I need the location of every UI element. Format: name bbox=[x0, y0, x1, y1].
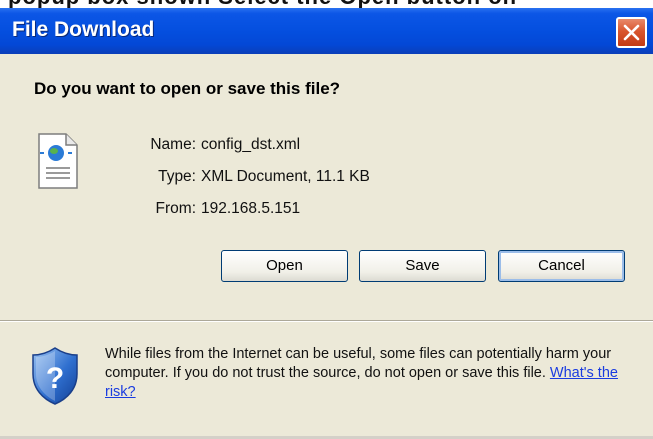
file-name-label: Name: bbox=[150, 136, 196, 153]
file-name-value: config_dst.xml bbox=[201, 136, 301, 153]
file-type-row: Type: XML Document, 11.1 KB bbox=[143, 161, 370, 193]
title-bar[interactable]: File Download bbox=[0, 8, 653, 54]
xml-document-icon bbox=[38, 133, 78, 189]
close-button[interactable] bbox=[616, 17, 647, 48]
file-name-row: Name: config_dst.xml bbox=[143, 129, 370, 161]
dialog-question: Do you want to open or save this file? bbox=[34, 79, 341, 98]
file-from-row: From: 192.168.5.151 bbox=[143, 193, 370, 225]
background-page-strip: popup box shown Select the Open button o… bbox=[0, 0, 653, 8]
svg-text:?: ? bbox=[46, 362, 64, 395]
file-info: Name: config_dst.xml Type: XML Document, 1… bbox=[143, 129, 370, 225]
background-page-text: popup box shown Select the Open button o… bbox=[8, 0, 517, 8]
warning-text: While files from the Internet can be use… bbox=[105, 346, 612, 381]
close-icon bbox=[623, 24, 640, 41]
file-from-label: From: bbox=[155, 200, 196, 217]
save-button[interactable]: Save bbox=[359, 250, 486, 282]
file-from-value: 192.168.5.151 bbox=[201, 200, 301, 217]
divider-highlight bbox=[0, 321, 653, 322]
file-type-label: Type: bbox=[158, 168, 196, 185]
window-title: File Download bbox=[12, 18, 155, 41]
cancel-button[interactable]: Cancel bbox=[498, 250, 625, 282]
open-button[interactable]: Open bbox=[221, 250, 348, 282]
file-type-value: XML Document, 11.1 KB bbox=[201, 168, 370, 185]
file-download-dialog: File Download Do you want to open or sav… bbox=[0, 8, 653, 439]
security-warning: While files from the Internet can be use… bbox=[105, 345, 635, 402]
security-shield-icon: ? bbox=[32, 347, 78, 405]
